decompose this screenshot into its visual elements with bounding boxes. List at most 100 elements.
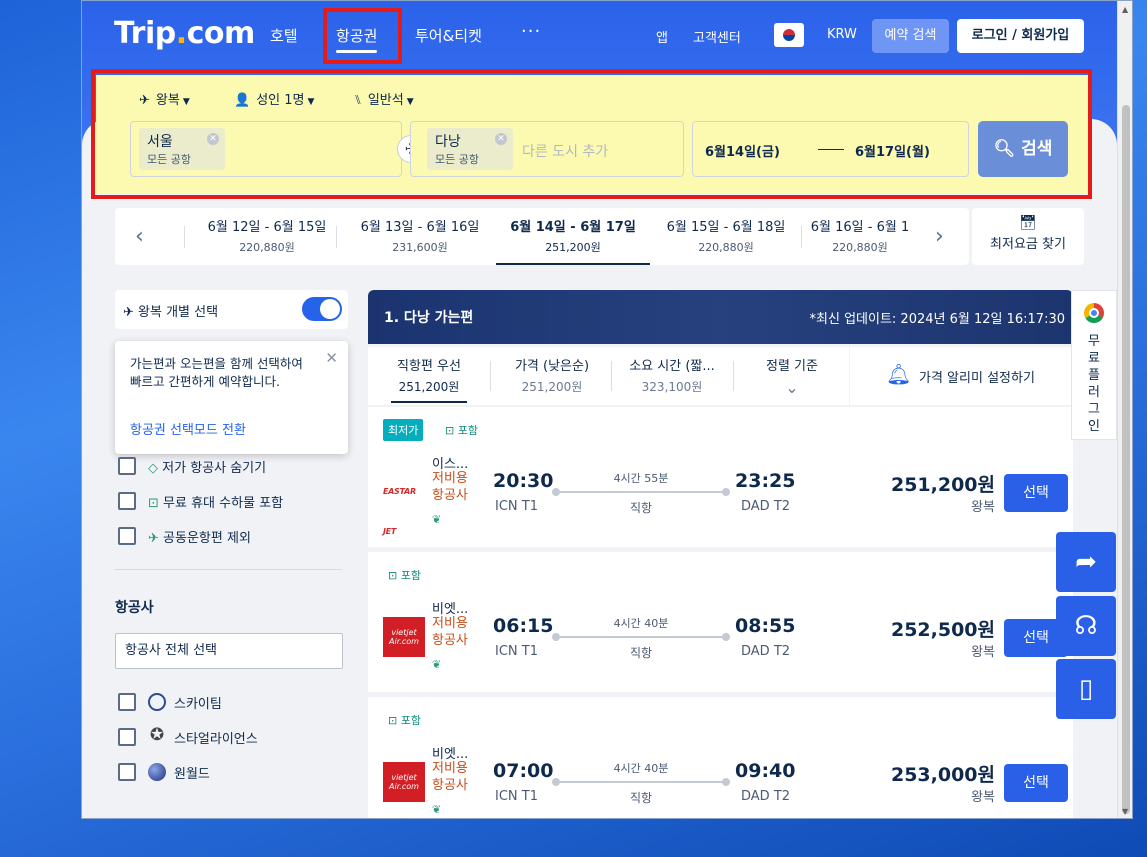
select-button[interactable]: 선택 bbox=[1004, 474, 1068, 512]
cheapest-badge: 최저가 bbox=[383, 419, 424, 441]
skyteam-checkbox[interactable] bbox=[118, 693, 136, 711]
scrollbar[interactable]: ▲ ▼ bbox=[1117, 1, 1132, 818]
depart-time: 07:00 bbox=[493, 760, 554, 782]
oneworld-icon bbox=[148, 763, 166, 781]
free-bag-checkbox[interactable] bbox=[118, 492, 136, 510]
arrive-time: 23:25 bbox=[735, 470, 796, 492]
depart-airport: ICN T1 bbox=[495, 789, 538, 804]
sort-direct-first[interactable]: 직항편 우선 251,200원 bbox=[383, 347, 475, 405]
price-alert-button[interactable]: 🔔︎ 가격 알리미 설정하기 bbox=[850, 347, 1073, 405]
leaf-icon: ❦ bbox=[432, 803, 442, 816]
date-option[interactable]: 6월 12일 - 6월 15일 220,880원 bbox=[190, 208, 344, 265]
direct-label: 직항 bbox=[629, 791, 653, 805]
results-banner: 1. 다낭 가는편 *최신 업데이트: 2024년 6월 12일 16:17:3… bbox=[368, 290, 1073, 344]
app-link[interactable]: 앱 bbox=[656, 27, 668, 46]
trip-logo[interactable]: Trip.com bbox=[114, 16, 255, 51]
highlight-box-flight bbox=[323, 8, 402, 64]
browser-window: Trip.com 호텔 항공권 투어&티켓 ··· 앱 고객센터 KRW 예약 … bbox=[81, 0, 1133, 819]
date-option[interactable]: 6월 13일 - 6월 16일 231,600원 bbox=[343, 208, 497, 265]
separate-roundtrip-label: ✈ 왕복 개별 선택 bbox=[123, 305, 219, 320]
vietjet-logo: vietjet Air.com bbox=[383, 762, 425, 802]
calendar-icon: 📅︎ bbox=[1019, 215, 1037, 231]
exclude-codeshare-label[interactable]: ✈ 공동운항편 제외 bbox=[148, 527, 251, 546]
chevron-down-icon: ⌄ bbox=[785, 378, 799, 397]
leaf-icon: ❦ bbox=[432, 658, 442, 671]
direct-label: 직항 bbox=[629, 646, 653, 660]
close-icon[interactable]: ✕ bbox=[325, 349, 338, 367]
bag-icon: ⊡ bbox=[148, 496, 159, 511]
roundtrip-label: 왕복 bbox=[971, 500, 995, 515]
arrive-airport: DAD T2 bbox=[741, 499, 791, 514]
scrollbar-thumb[interactable] bbox=[1122, 105, 1130, 814]
flight-card[interactable]: ⊡ 포함 vietjet Air.com 비엣... 저비용 항공사 ❦ 06:… bbox=[368, 552, 1073, 692]
hide-lcc-label[interactable]: ◇ 저가 항공사 숨기기 bbox=[148, 457, 266, 476]
lcc-label: 저비용 항공사 bbox=[432, 471, 468, 503]
sort-price-low[interactable]: 가격 (낮은순) 251,200원 bbox=[500, 347, 604, 405]
flight-card[interactable]: ⊡ 포함 vietjet Air.com 비엣... 저비용 항공사 ❦ 07:… bbox=[368, 697, 1073, 818]
bag-included-badge: ⊡ 포함 bbox=[445, 424, 478, 437]
exclude-codeshare-checkbox[interactable] bbox=[118, 527, 136, 545]
korea-flag-icon[interactable] bbox=[774, 23, 804, 47]
nav-more-icon[interactable]: ··· bbox=[521, 21, 541, 42]
depart-airport: ICN T1 bbox=[495, 644, 538, 659]
currency-link[interactable]: KRW bbox=[827, 27, 857, 42]
bell-icon: 🔔︎ bbox=[886, 362, 912, 386]
free-plugin-tab[interactable]: 무료플러그인 bbox=[1071, 290, 1117, 440]
separate-roundtrip-card: ✈ 왕복 개별 선택 bbox=[115, 290, 348, 329]
support-link[interactable]: 고객센터 bbox=[693, 27, 741, 46]
airline-select-all[interactable]: 항공사 전체 선택 bbox=[115, 633, 343, 669]
date-option[interactable]: 6월 16일 - 6월 1 220,880원 bbox=[803, 208, 917, 265]
share-icon[interactable]: ➦ bbox=[1056, 532, 1116, 592]
eastar-jet-logo: EASTAR JET bbox=[383, 487, 416, 536]
date-option-selected[interactable]: 6월 14일 - 6월 17일 251,200원 bbox=[496, 208, 650, 265]
sort-duration[interactable]: 소요 시간 (짧... 323,100원 bbox=[616, 347, 728, 405]
skyteam-label[interactable]: 스카이팀 bbox=[174, 693, 222, 712]
sort-criteria-dropdown[interactable]: 정렬 기준 ⌄ bbox=[738, 347, 846, 405]
vietjet-logo: vietjet Air.com bbox=[383, 617, 425, 657]
arrive-airport: DAD T2 bbox=[741, 644, 791, 659]
arrive-time: 08:55 bbox=[735, 615, 796, 637]
scroll-down-icon[interactable]: ▼ bbox=[1122, 807, 1128, 816]
free-plugin-label: 무료플러그인 bbox=[1088, 334, 1100, 434]
hide-lcc-checkbox[interactable] bbox=[118, 457, 136, 475]
headset-icon[interactable]: ☊ bbox=[1056, 596, 1116, 656]
separate-roundtrip-toggle[interactable] bbox=[302, 297, 342, 321]
depart-time: 20:30 bbox=[493, 470, 554, 492]
chevron-left-icon[interactable]: ‹ bbox=[135, 224, 144, 249]
login-button[interactable]: 로그인 / 회원가입 bbox=[957, 19, 1084, 53]
flight-duration: 4시간 40분 bbox=[613, 762, 669, 775]
flight-duration: 4시간 55분 bbox=[613, 472, 669, 485]
cheapest-finder-button[interactable]: 📅︎ 최저요금 찾기 bbox=[972, 208, 1084, 265]
bag-included-badge: ⊡ 포함 bbox=[388, 569, 421, 582]
free-bag-label[interactable]: ⊡ 무료 휴대 수하물 포함 bbox=[148, 492, 283, 511]
roundtrip-label: 왕복 bbox=[971, 790, 995, 805]
star-alliance-icon: ✪ bbox=[149, 725, 165, 745]
skyteam-icon bbox=[148, 693, 166, 711]
booking-search-button[interactable]: 예약 검색 bbox=[872, 19, 949, 53]
arrive-airport: DAD T2 bbox=[741, 789, 791, 804]
tooltip: 가는편과 오는편을 함께 선택하여 빠르고 간편하게 예약합니다. 항공권 선택… bbox=[115, 341, 348, 454]
chevron-right-icon[interactable]: › bbox=[935, 224, 944, 249]
scroll-up-icon[interactable]: ▲ bbox=[1122, 5, 1128, 14]
switch-mode-link[interactable]: 항공권 선택모드 전환 bbox=[130, 419, 246, 438]
highlight-box-search bbox=[91, 69, 1092, 199]
nav-tour[interactable]: 투어&티켓 bbox=[415, 25, 482, 46]
depart-airport: ICN T1 bbox=[495, 499, 538, 514]
star-alliance-label[interactable]: 스타얼라이언스 bbox=[174, 728, 258, 747]
oneworld-label[interactable]: 원월드 bbox=[174, 763, 210, 782]
sort-bar: 직항편 우선 251,200원 가격 (낮은순) 251,200원 소요 시간 (짧… bbox=[368, 347, 849, 405]
airline-title: 항공사 bbox=[115, 600, 154, 616]
price: 253,000원 bbox=[890, 764, 995, 786]
select-button[interactable]: 선택 bbox=[1004, 764, 1068, 802]
price: 251,200원 bbox=[890, 474, 995, 496]
flight-card[interactable]: 최저가 ⊡ 포함 EASTAR JET 이스... 저비용 항공사 ❦ 20:3… bbox=[368, 407, 1073, 547]
oneworld-checkbox[interactable] bbox=[118, 763, 136, 781]
lcc-label: 저비용 항공사 bbox=[432, 761, 468, 793]
date-option[interactable]: 6월 15일 - 6월 18일 220,880원 bbox=[649, 208, 803, 265]
mobile-icon[interactable]: ▯ bbox=[1056, 659, 1116, 719]
nav-hotel[interactable]: 호텔 bbox=[270, 25, 298, 46]
direct-label: 직항 bbox=[629, 501, 653, 515]
bag-included-badge: ⊡ 포함 bbox=[388, 714, 421, 727]
star-alliance-checkbox[interactable] bbox=[118, 728, 136, 746]
plane-icon: ✈ bbox=[148, 531, 159, 546]
